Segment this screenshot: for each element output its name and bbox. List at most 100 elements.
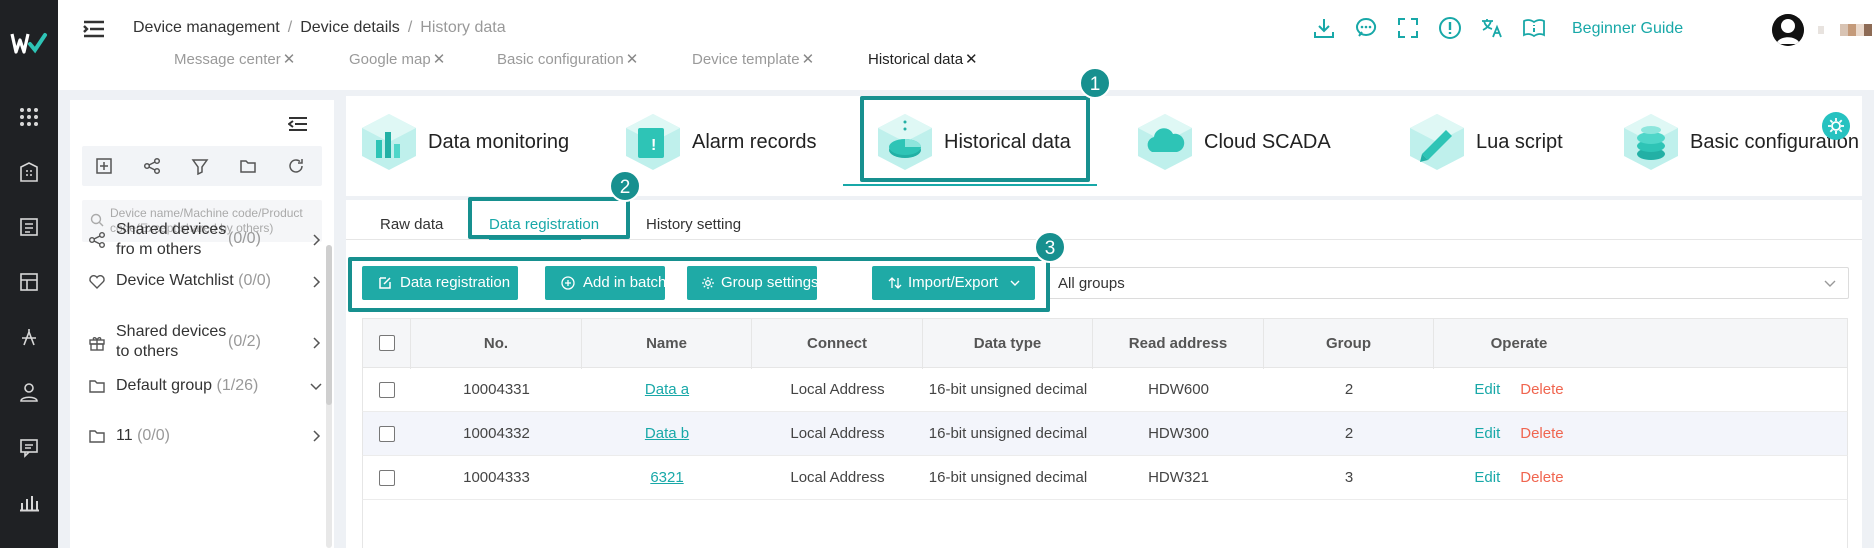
subtab-history-setting[interactable]: History setting [646,216,741,233]
cell-no: 10004333 [463,469,530,486]
add-in-batch-button[interactable]: Add in batch [545,266,666,300]
top-header: Device management / Device details / History… [58,0,1874,90]
dashboard-icon[interactable] [18,271,40,293]
scrollbar-thumb[interactable] [326,245,332,405]
group-shared-to-others[interactable]: Shared devices to others (0/2) [88,322,322,364]
close-icon[interactable]: ✕ [626,50,639,68]
close-icon[interactable]: ✕ [802,50,815,68]
close-icon[interactable]: ✕ [283,50,296,68]
header-actions: Beginner Guide [1308,14,1874,46]
chat-icon[interactable] [1354,16,1378,40]
feature-data-monitoring[interactable]: Data monitoring [358,102,569,182]
table-body-empty [362,500,1848,548]
device-sidebar: Device name/Machine code/Product code(Ex… [70,100,334,548]
menu-toggle-icon[interactable] [83,20,105,38]
column-header[interactable]: Operate [1434,319,1604,369]
chevron-right-icon [313,337,321,349]
tab-google-map[interactable]: Google map ✕ [349,50,445,68]
list-icon[interactable] [18,216,40,238]
collapse-icon[interactable] [288,116,308,132]
tab-device-template[interactable]: Device template ✕ [692,50,814,68]
fullscreen-icon[interactable] [1396,16,1420,40]
refresh-icon[interactable] [287,157,305,175]
delete-link[interactable]: Delete [1520,469,1563,486]
cell-data-type: 16-bit unsigned decimal [928,469,1088,486]
chevron-right-icon [313,430,321,442]
building-icon[interactable] [18,161,40,183]
group-count: (0/0) [137,427,170,444]
tab-basic-configuration[interactable]: Basic configuration ✕ [497,50,638,68]
guide-book-icon[interactable] [1522,16,1546,40]
share-icon[interactable] [143,157,161,175]
feature-alarm-records[interactable]: ! Alarm records [622,102,822,182]
message-icon[interactable] [18,436,40,458]
feature-lua-script[interactable]: Lua script [1406,102,1576,182]
name-link[interactable]: 6321 [650,469,683,486]
cell-read-address: HDW300 [1148,425,1209,442]
group-select[interactable]: All groups [1048,267,1849,299]
feature-historical-data[interactable]: Historical data [874,102,1084,182]
user-icon[interactable] [18,381,40,403]
apps-grid-icon[interactable] [18,106,40,128]
edit-link[interactable]: Edit [1474,425,1500,442]
select-all-checkbox[interactable] [379,335,395,351]
delete-link[interactable]: Delete [1520,381,1563,398]
historical-data-icon [878,114,932,170]
avatar[interactable] [1772,14,1804,46]
group-shared-from-others[interactable]: Shared devices fro m others (0/0) [88,220,322,260]
subtab-raw-data[interactable]: Raw data [380,216,443,233]
translate-icon[interactable] [1480,16,1504,40]
settings-button[interactable] [1822,112,1850,140]
cell-group: 2 [1344,425,1354,442]
row-checkbox[interactable] [379,426,395,442]
gift-icon [89,337,105,351]
breadcrumb-item[interactable]: Device details [300,19,400,36]
group-default[interactable]: Default group (1/26) [88,372,322,402]
filter-icon[interactable] [191,157,209,175]
subtab-active-underline [489,238,581,240]
column-header[interactable]: Read address [1093,319,1264,369]
cell-name: Data b [582,412,752,456]
edit-link[interactable]: Edit [1474,469,1500,486]
download-icon[interactable] [1312,16,1336,40]
select-value: All groups [1058,275,1125,292]
group-settings-button[interactable]: Group settings [687,266,819,300]
column-header[interactable]: Connect [752,319,923,369]
add-icon[interactable] [95,157,113,175]
column-header[interactable]: Data type [923,319,1093,369]
tab-historical-data[interactable]: Historical data ✕ [868,50,978,68]
name-link[interactable]: Data a [645,381,689,398]
edit-link[interactable]: Edit [1474,381,1500,398]
cell-read-address: HDW600 [1148,381,1209,398]
svg-text:!: ! [651,137,656,154]
column-header[interactable]: Name [582,319,752,369]
cell-operate: Edit Delete [1434,456,1604,500]
bug-icon[interactable] [18,326,40,348]
column-header[interactable]: No. [411,319,582,369]
beginner-guide-link[interactable]: Beginner Guide [1572,20,1683,38]
feature-cloud-scada[interactable]: Cloud SCADA [1134,102,1334,182]
bar-chart-icon[interactable] [18,491,40,513]
alert-icon[interactable] [1438,16,1462,40]
data-registration-button[interactable]: Data registration [362,266,518,300]
import-export-button[interactable]: Import/Export [872,266,1035,300]
select-all-cell [363,319,411,369]
username-redacted[interactable] [1818,24,1872,36]
folder-icon[interactable] [239,157,257,175]
row-checkbox[interactable] [379,470,395,486]
sidebar-scrollbar[interactable] [326,245,332,548]
add-circle-icon [561,276,575,290]
subtab-data-registration[interactable]: Data registration [489,216,599,233]
close-icon[interactable]: ✕ [965,50,978,68]
breadcrumb-item[interactable]: Device management [133,19,280,36]
name-link[interactable]: Data b [645,425,689,442]
close-icon[interactable]: ✕ [433,50,446,68]
row-checkbox[interactable] [379,382,395,398]
group-11[interactable]: 11 (0/0) [88,422,322,452]
tab-message-center[interactable]: Message center ✕ [174,50,295,68]
delete-link[interactable]: Delete [1520,425,1563,442]
sort-arrows-icon [888,277,902,289]
group-device-watchlist[interactable]: Device Watchlist (0/0) [88,268,322,298]
column-header[interactable]: Group [1264,319,1434,369]
feature-label: Cloud SCADA [1204,131,1331,153]
